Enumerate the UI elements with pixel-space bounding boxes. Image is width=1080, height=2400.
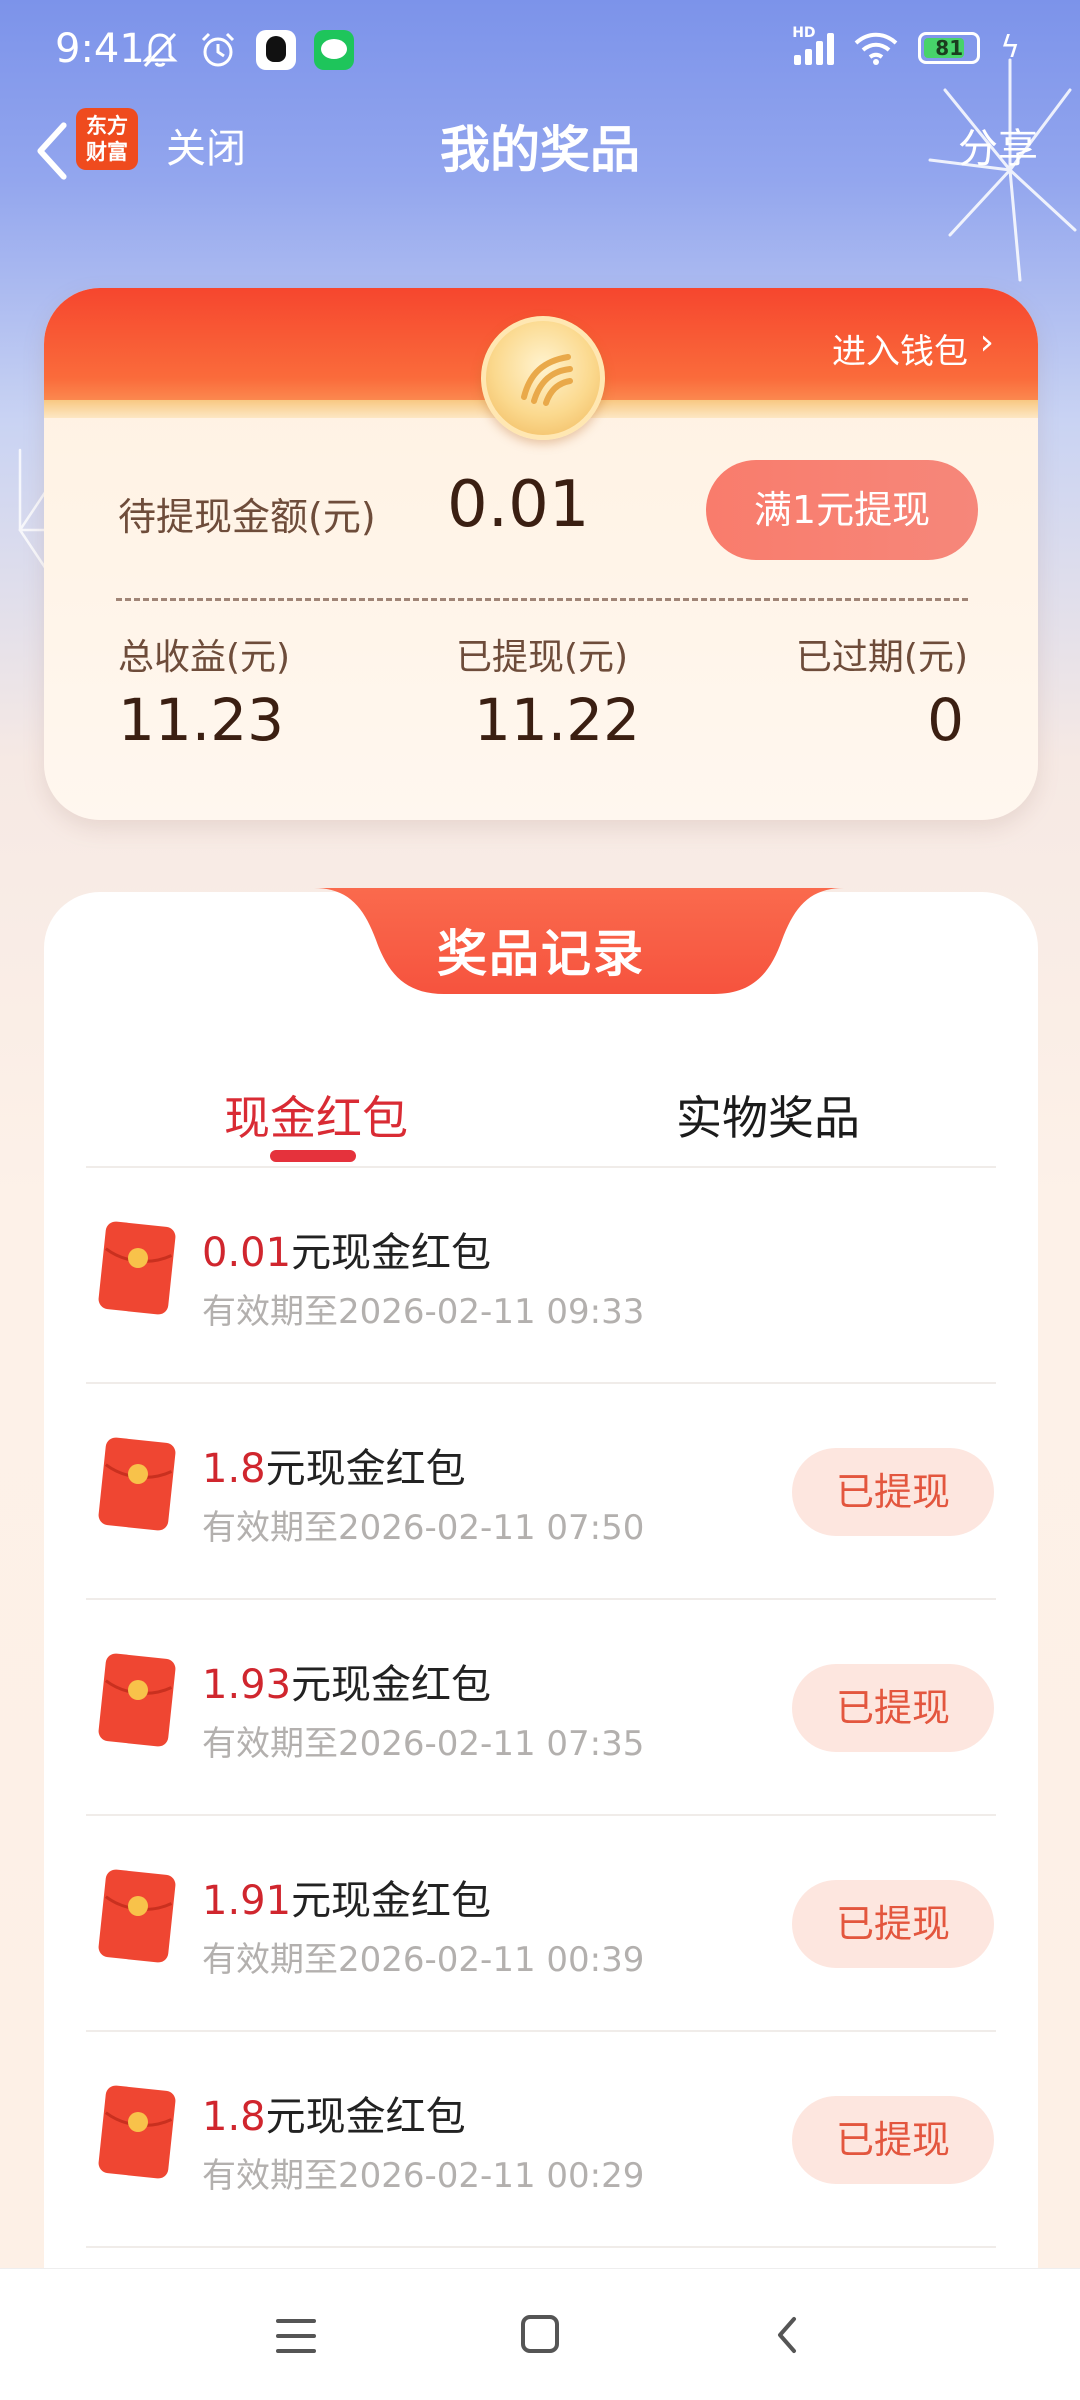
expired-total-value: 0 (927, 686, 964, 754)
wallet-card: 进入钱包 › 待提现金额(元) 0.01 满1元提现 总收益(元) 11.23 … (44, 288, 1038, 820)
list-item[interactable]: 1.8元现金红包 有效期至2026-02-11 00:29 已提现 (86, 2032, 996, 2248)
list-item[interactable]: 1.91元现金红包 有效期至2026-02-11 00:39 已提现 (86, 1816, 996, 2032)
qq-icon (256, 30, 296, 70)
item-suffix: 元现金红包 (291, 1230, 492, 1276)
tab-physical-prize[interactable]: 实物奖品 (676, 1082, 860, 1148)
withdrawn-total-value: 11.22 (474, 686, 641, 754)
charging-icon: ϟ (1000, 30, 1020, 65)
card-divider (116, 598, 968, 601)
enter-wallet-link[interactable]: 进入钱包 (832, 324, 968, 373)
active-tab-indicator (270, 1150, 356, 1162)
item-amount: 0.01 (202, 1230, 292, 1276)
records-panel: 奖品记录 现金红包 实物奖品 0.01元现金红包 有效期至2026-02-11 … (44, 888, 1038, 2272)
status-bar: 9:41 HD 81 ϟ (0, 0, 1080, 100)
wifi-icon (854, 32, 898, 65)
coin-icon (481, 316, 605, 440)
red-packet-icon (98, 2085, 176, 2179)
item-expiry: 有效期至2026-02-11 09:33 (202, 1292, 645, 1332)
item-title: 1.91元现金红包 (202, 1868, 491, 1926)
prize-record-list: 0.01元现金红包 有效期至2026-02-11 09:33 1.8元现金红包 … (86, 1168, 996, 2248)
item-title: 0.01元现金红包 (202, 1220, 491, 1278)
item-amount: 1.93 (202, 1662, 292, 1708)
network-label: HD (792, 24, 816, 41)
battery-level: 81 (935, 35, 964, 60)
battery-icon: 81 (918, 31, 981, 64)
item-amount: 1.8 (202, 1446, 266, 1492)
withdrawn-status-button[interactable]: 已提现 (792, 1880, 994, 1968)
red-packet-icon (98, 1221, 176, 1315)
system-navigation-bar (0, 2268, 1080, 2400)
withdrawn-status-button[interactable]: 已提现 (792, 2096, 994, 2184)
status-system-icons: HD 81 ϟ (792, 25, 1020, 66)
list-item[interactable]: 0.01元现金红包 有效期至2026-02-11 09:33 (86, 1168, 996, 1384)
item-expiry: 有效期至2026-02-11 07:35 (202, 1724, 645, 1764)
item-title: 1.93元现金红包 (202, 1652, 491, 1710)
total-earnings-value: 11.23 (118, 686, 285, 754)
item-expiry: 有效期至2026-02-11 00:39 (202, 1940, 645, 1980)
item-expiry: 有效期至2026-02-11 00:29 (202, 2156, 645, 2196)
item-suffix: 元现金红包 (291, 1662, 492, 1708)
red-packet-icon (98, 1437, 176, 1531)
total-earnings-label: 总收益(元) (118, 637, 291, 678)
withdraw-button[interactable]: 满1元提现 (706, 460, 978, 560)
page-title: 我的奖品 (440, 121, 640, 179)
alarm-icon (201, 32, 235, 67)
tab-cash-red-packet[interactable]: 现金红包 (224, 1082, 408, 1148)
status-notification-icons (140, 30, 354, 70)
coin-emblem-icon (521, 354, 573, 406)
item-suffix: 元现金红包 (265, 1446, 466, 1492)
item-amount: 1.8 (202, 2094, 266, 2140)
withdrawn-status-button[interactable]: 已提现 (792, 1448, 994, 1536)
status-time: 9:41 (55, 26, 145, 72)
item-expiry: 有效期至2026-02-11 07:50 (202, 1508, 645, 1548)
system-back-icon[interactable] (770, 2313, 804, 2357)
share-button[interactable]: 分享 (958, 116, 1038, 174)
list-item[interactable]: 1.93元现金红包 有效期至2026-02-11 07:35 已提现 (86, 1600, 996, 1816)
pending-amount-label: 待提现金额(元) (118, 495, 376, 539)
item-title: 1.8元现金红包 (202, 2084, 466, 2142)
wechat-icon (314, 30, 354, 70)
red-packet-icon (98, 1653, 176, 1747)
item-title: 1.8元现金红包 (202, 1436, 466, 1494)
home-icon[interactable] (521, 2315, 559, 2353)
menu-icon[interactable] (276, 2319, 316, 2353)
item-amount: 1.91 (202, 1878, 292, 1924)
bell-muted-icon (142, 32, 178, 68)
cellular-signal-icon: HD (792, 25, 835, 65)
records-title: 奖品记录 (437, 925, 645, 983)
item-suffix: 元现金红包 (291, 1878, 492, 1924)
list-item[interactable]: 1.8元现金红包 有效期至2026-02-11 07:50 已提现 (86, 1384, 996, 1600)
red-packet-icon (98, 1869, 176, 1963)
expired-total-label: 已过期(元) (795, 637, 968, 678)
item-suffix: 元现金红包 (265, 2094, 466, 2140)
chevron-right-icon[interactable]: › (980, 322, 994, 363)
withdrawn-total-label: 已提现(元) (456, 637, 629, 678)
pending-amount-value: 0.01 (447, 468, 590, 542)
withdrawn-status-button[interactable]: 已提现 (792, 1664, 994, 1752)
